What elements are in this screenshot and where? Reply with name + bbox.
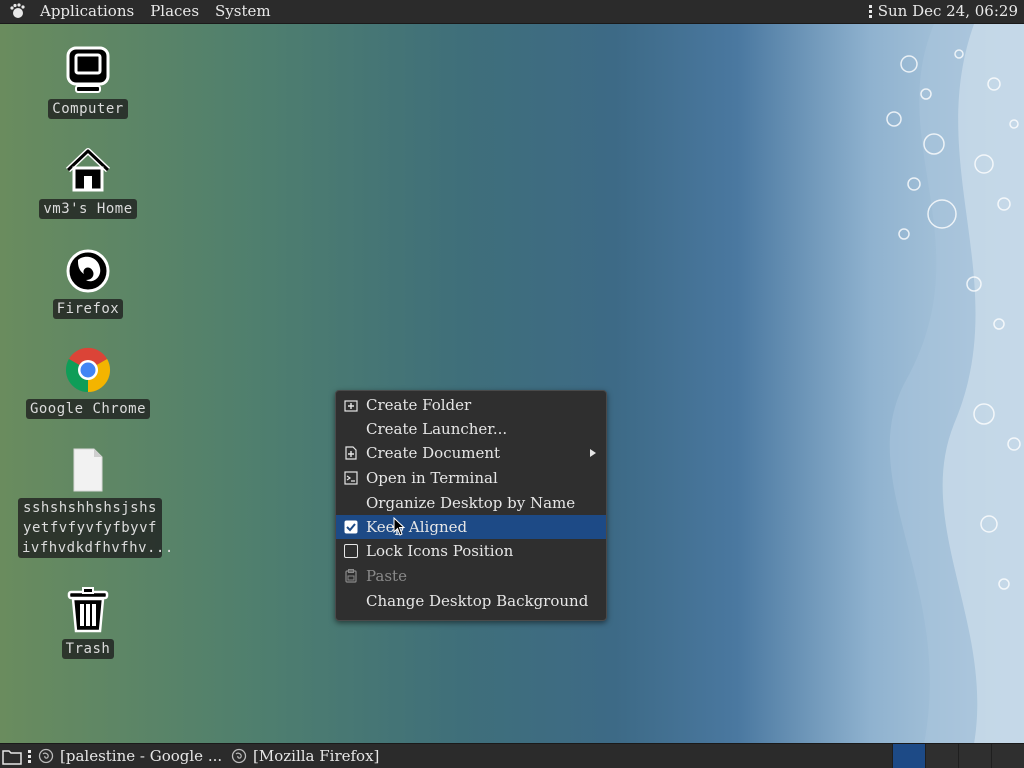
top-panel: Applications Places System Sun Dec 24, 0… [0, 0, 1024, 24]
workspace-3[interactable] [958, 744, 991, 768]
taskbar-item-firefox[interactable]: [Mozilla Firefox] [231, 744, 379, 768]
panel-grip-icon [28, 750, 31, 763]
desktop-icon-label: sshshshhshsjshs yetfvfyvfyfbyvf ivfhvdkd… [18, 498, 173, 558]
taskbar-item-label: [Mozilla Firefox] [253, 747, 380, 765]
trash-icon [67, 587, 109, 633]
desktop-icon-label: Google Chrome [25, 399, 151, 419]
gnome-foot-icon[interactable] [8, 2, 26, 20]
desktop-icon-label: vm3's Home [39, 199, 137, 219]
desktop-icon-trash[interactable]: Trash [18, 586, 158, 659]
show-desktop-icon[interactable] [2, 747, 22, 765]
desktop-icon-label: Computer [48, 99, 128, 119]
desktop-icon-firefox[interactable]: Firefox [18, 246, 158, 319]
workspace-4[interactable] [991, 744, 1024, 768]
menu-item-lock-icons[interactable]: Lock Icons Position [336, 539, 606, 563]
home-icon [65, 148, 111, 192]
terminal-icon [344, 471, 358, 485]
panel-grip-icon [868, 4, 872, 18]
wallpaper-swirl-decoration [886, 24, 1024, 744]
menu-applications[interactable]: Applications [32, 0, 142, 22]
menu-item-paste: Paste [336, 564, 606, 588]
menu-item-change-background[interactable]: Change Desktop Background [336, 589, 606, 613]
workspace-1[interactable] [892, 744, 925, 768]
clock[interactable]: Sun Dec 24, 06:29 [878, 0, 1018, 22]
desktop-icon-chrome[interactable]: Google Chrome [18, 346, 158, 419]
taskbar-item-chrome[interactable]: [palestine - Google ... [38, 744, 222, 768]
menu-item-create-folder[interactable]: Create Folder [336, 393, 606, 417]
mouse-cursor-icon [393, 517, 406, 536]
paste-icon [345, 569, 357, 583]
firefox-icon [66, 249, 110, 293]
menu-item-keep-aligned[interactable]: Keep Aligned [336, 515, 606, 539]
taskbar-item-label: [palestine - Google ... [60, 747, 223, 765]
desktop-icon-computer[interactable]: Computer [18, 46, 158, 119]
chrome-icon [65, 347, 111, 393]
menu-system[interactable]: System [207, 0, 279, 22]
menu-item-organize-by-name[interactable]: Organize Desktop by Name [336, 491, 606, 515]
submenu-arrow-icon [590, 449, 596, 457]
desktop-icon-label: Firefox [52, 299, 124, 319]
folder-add-icon [344, 400, 358, 412]
top-menus: Applications Places System [8, 0, 279, 22]
menu-item-create-document[interactable]: Create Document [336, 441, 606, 465]
file-icon [73, 448, 103, 492]
menu-item-create-launcher[interactable]: Create Launcher... [336, 417, 606, 441]
checkbox-checked-icon[interactable] [344, 520, 358, 534]
checkbox-unchecked-icon[interactable] [344, 544, 358, 558]
menu-item-open-terminal[interactable]: Open in Terminal [336, 466, 606, 490]
menu-places[interactable]: Places [142, 0, 207, 22]
app-swirl-icon [38, 748, 54, 764]
computer-icon [66, 46, 110, 93]
desktop-icon-home[interactable]: vm3's Home [18, 146, 158, 219]
workspace-switcher [892, 744, 1024, 768]
document-add-icon [345, 446, 357, 460]
app-swirl-icon [231, 748, 247, 764]
workspace-2[interactable] [925, 744, 958, 768]
desktop-icon-label: Trash [61, 639, 115, 659]
desktop-icon-text-file[interactable]: sshshshhshsjshs yetfvfyvfyfbyvf ivfhvdkd… [18, 446, 173, 558]
desktop-context-menu: Create Folder Create Launcher... Create … [335, 390, 607, 621]
bottom-panel: [palestine - Google ... [Mozilla Firefox… [0, 743, 1024, 768]
